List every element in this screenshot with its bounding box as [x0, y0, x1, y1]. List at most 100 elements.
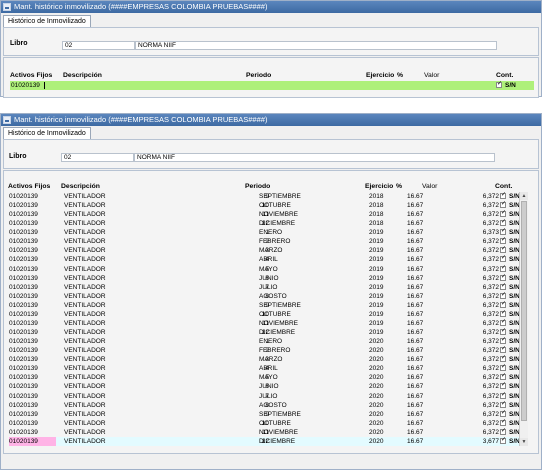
table-row[interactable]: 01020139 VENTILADOR 9 SEPTIEMBRE 2018 16.67 6,… — [9, 191, 520, 201]
cell-descripcion[interactable]: VENTILADOR — [64, 437, 106, 446]
cell-pct[interactable]: 16.67 — [407, 355, 423, 364]
table-row[interactable]: 01020139VENTILADOR6JUNIO201916.676,372S/… — [9, 273, 520, 283]
cell-valor[interactable]: 6,372 — [463, 192, 499, 201]
cell-activo[interactable]: 01020139 — [9, 292, 38, 301]
cell-cont-checkbox[interactable] — [500, 309, 506, 318]
cell-cont-checkbox[interactable] — [500, 227, 506, 236]
window-titlebar-2[interactable]: Mant. histórico inmovilizado (####EMPRES… — [1, 114, 541, 126]
cell-activo[interactable]: 01020139 — [9, 265, 38, 274]
cell-descripcion[interactable]: VENTILADOR — [64, 283, 106, 292]
scroll-thumb[interactable] — [521, 201, 527, 421]
table-row[interactable]: 01020139 VENTILADOR 9 SEPTIEMBRE 2020 16.67 6,… — [9, 409, 520, 419]
scroll-down-icon[interactable]: ▼ — [520, 438, 528, 446]
cell-ejercicio[interactable]: 2019 — [369, 319, 383, 328]
cell-activo[interactable]: 01020139 — [9, 419, 38, 428]
table-row[interactable]: 01020139VENTILADOR4ABRIL201916.676,372S/… — [9, 254, 520, 264]
cell-cont-checkbox[interactable] — [500, 282, 506, 291]
cell-activo[interactable]: 01020139 — [9, 301, 38, 310]
col-ejercicio-2[interactable]: Ejercicio — [365, 183, 393, 190]
cell-activo[interactable]: 01020139 — [9, 255, 38, 264]
cell-activo[interactable]: 01020139 — [9, 401, 38, 410]
cell-valor[interactable]: 6,372 — [463, 392, 499, 401]
cell-cont-checkbox[interactable] — [500, 200, 506, 209]
cell-pct[interactable]: 16.67 — [407, 382, 423, 391]
cell-cont-checkbox[interactable] — [500, 400, 506, 409]
cell-cont-checkbox[interactable] — [500, 209, 506, 218]
table-row[interactable]: 01020139VENTILADOR8AGOSTO202016.676,372S… — [9, 400, 520, 410]
cell-pct[interactable]: 16.67 — [407, 337, 423, 346]
edit-row-activo[interactable]: 01020139 — [11, 81, 40, 90]
cell-ejercicio[interactable]: 2018 — [369, 201, 383, 210]
cell-cont-checkbox[interactable] — [500, 236, 506, 245]
table-row[interactable]: 01020139 VENTILADOR 11 NOVIEMBRE 2020 16.67 6,… — [9, 427, 520, 437]
cell-ejercicio[interactable]: 2018 — [369, 210, 383, 219]
cell-ejercicio[interactable]: 2020 — [369, 337, 383, 346]
cell-descripcion[interactable]: VENTILADOR — [64, 301, 106, 310]
cell-activo[interactable]: 01020139 — [9, 428, 38, 437]
cell-activo[interactable]: 01020139 — [9, 364, 38, 373]
cell-cont-checkbox[interactable] — [500, 391, 506, 400]
cell-activo[interactable]: 01020139 — [9, 246, 38, 255]
cell-cont-checkbox[interactable] — [500, 327, 506, 336]
cell-ejercicio[interactable]: 2019 — [369, 301, 383, 310]
cell-ejercicio[interactable]: 2019 — [369, 246, 383, 255]
cell-valor[interactable]: 6,372 — [463, 265, 499, 274]
cell-pct[interactable]: 16.67 — [407, 401, 423, 410]
table-row[interactable]: 01020139VENTILADOR6JUNIO202016.676,372S/… — [9, 381, 520, 391]
vertical-scrollbar[interactable]: ▲ ▼ — [519, 192, 528, 446]
cell-valor[interactable]: 6,372 — [463, 301, 499, 310]
cell-descripcion[interactable]: VENTILADOR — [64, 328, 106, 337]
cell-activo[interactable]: 01020139 — [9, 346, 38, 355]
cell-cont-checkbox[interactable] — [500, 418, 506, 427]
table-row[interactable]: 01020139 VENTILADOR 11 NOVIEMBRE 2018 16.67 6,… — [9, 209, 520, 219]
cell-ejercicio[interactable]: 2020 — [369, 346, 383, 355]
cell-descripcion[interactable]: VENTILADOR — [64, 419, 106, 428]
cell-valor[interactable]: 6,372 — [463, 364, 499, 373]
cell-valor[interactable]: 6,372 — [463, 328, 499, 337]
cell-ejercicio[interactable]: 2020 — [369, 437, 383, 446]
cell-valor[interactable]: 6,372 — [463, 310, 499, 319]
cell-valor[interactable]: 6,372 — [463, 428, 499, 437]
cell-pct[interactable]: 16.67 — [407, 283, 423, 292]
col-pct-2[interactable]: % — [396, 183, 402, 190]
cell-cont-checkbox[interactable] — [500, 336, 506, 345]
cell-ejercicio[interactable]: 2018 — [369, 192, 383, 201]
cell-activo[interactable]: 01020139 — [9, 201, 38, 210]
cell-cont-checkbox[interactable] — [500, 409, 506, 418]
table-row[interactable]: 01020139 VENTILADOR 10 OCTUBRE 2019 16.67 6,37… — [9, 309, 520, 319]
cell-cont-checkbox[interactable] — [500, 427, 506, 436]
cell-pct[interactable]: 16.67 — [407, 237, 423, 246]
cell-valor[interactable]: 6,372 — [463, 201, 499, 210]
cell-valor[interactable]: 6,372 — [463, 419, 499, 428]
cell-pct[interactable]: 16.67 — [407, 219, 423, 228]
table-row[interactable]: 01020139VENTILADOR7JULIO202016.676,372S/… — [9, 391, 520, 401]
cell-activo[interactable]: 01020139 — [9, 228, 38, 237]
cell-descripcion[interactable]: VENTILADOR — [64, 428, 106, 437]
cell-valor[interactable]: 6,372 — [463, 319, 499, 328]
cell-activo[interactable]: 01020139 — [9, 410, 38, 419]
cell-pct[interactable]: 16.67 — [407, 428, 423, 437]
cell-pct[interactable]: 16.67 — [407, 210, 423, 219]
cell-pct[interactable]: 16.67 — [407, 265, 423, 274]
cell-ejercicio[interactable]: 2020 — [369, 373, 383, 382]
cell-descripcion[interactable]: VENTILADOR — [64, 382, 106, 391]
cell-activo[interactable]: 01020139 — [9, 392, 38, 401]
cell-descripcion[interactable]: VENTILADOR — [64, 319, 106, 328]
col-valor-2[interactable]: Valor — [422, 183, 437, 190]
cell-valor[interactable]: 6,372 — [463, 246, 499, 255]
cell-ejercicio[interactable]: 2020 — [369, 419, 383, 428]
cell-pct[interactable]: 16.67 — [407, 274, 423, 283]
cell-pct[interactable]: 16.67 — [407, 301, 423, 310]
cell-descripcion[interactable]: VENTILADOR — [64, 410, 106, 419]
cell-descripcion[interactable]: VENTILADOR — [64, 364, 106, 373]
cell-descripcion[interactable]: VENTILADOR — [64, 246, 106, 255]
cell-cont-checkbox[interactable] — [500, 245, 506, 254]
cell-ejercicio[interactable]: 2019 — [369, 228, 383, 237]
cell-ejercicio[interactable]: 2018 — [369, 219, 383, 228]
cell-descripcion[interactable]: VENTILADOR — [64, 310, 106, 319]
cell-ejercicio[interactable]: 2020 — [369, 428, 383, 437]
cell-valor[interactable]: 6,372 — [463, 219, 499, 228]
cell-descripcion[interactable]: VENTILADOR — [64, 210, 106, 219]
table-row[interactable]: 01020139 VENTILADOR 2 FEBRERO 2020 16.67 6,372… — [9, 345, 520, 355]
cell-descripcion[interactable]: VENTILADOR — [64, 373, 106, 382]
